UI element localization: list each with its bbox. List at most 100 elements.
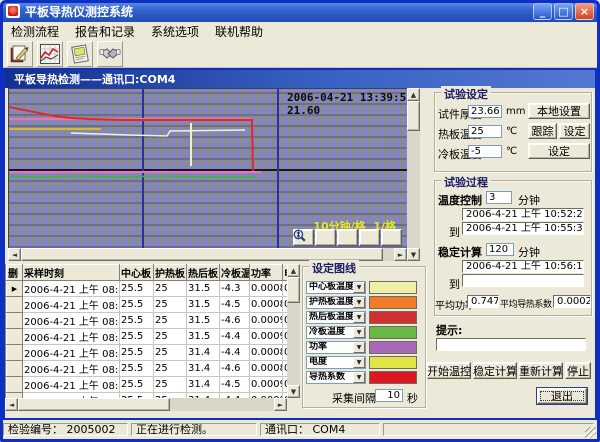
table-cell: 25 (154, 297, 187, 313)
menu-item-3[interactable]: 联机帮助 (207, 22, 271, 41)
line-color-swatch-2[interactable] (369, 311, 417, 324)
line-select-label: 导热系数 (309, 372, 345, 382)
line-select-6[interactable]: 导热系数 ▼ (306, 371, 366, 384)
table-scroll-down-icon[interactable]: ▼ (287, 385, 300, 398)
row-selector[interactable] (7, 329, 23, 345)
row-selector[interactable] (7, 313, 23, 329)
chart-scroll-up-icon[interactable]: ▲ (407, 88, 420, 101)
minimize-button[interactable]: _ (533, 3, 552, 20)
table-header-4: 热后板 (187, 265, 220, 281)
trend-chart: 2006-04-21 13:39:56 21.60 10分钟/格 1/格 (8, 88, 409, 250)
table-header-0: 删 (7, 265, 23, 281)
toolbar-flow-icon[interactable] (7, 41, 33, 67)
line-select-label: 电度 (309, 357, 327, 367)
table-h-scroll-thumb[interactable] (18, 398, 170, 411)
menu-item-0[interactable]: 检测流程 (3, 22, 67, 41)
chart-scroll-down-icon[interactable]: ▼ (407, 248, 420, 261)
table-row[interactable]: ▶2006-4-21 上午 08:4025.52531.5-4.30.00080… (7, 281, 288, 297)
chevron-down-icon[interactable]: ▼ (353, 372, 365, 383)
close-button[interactable]: × (575, 3, 594, 20)
row-selector[interactable] (7, 361, 23, 377)
stop-button[interactable]: 停止 (565, 362, 591, 379)
toolbar-connect-icon[interactable] (97, 41, 123, 67)
chevron-down-icon[interactable]: ▼ (353, 357, 365, 368)
table-v-scroll-thumb[interactable] (287, 277, 300, 303)
line-select-4[interactable]: 功率▼ (306, 341, 366, 354)
chevron-down-icon[interactable]: ▼ (353, 342, 365, 353)
series-center-plate-line (71, 130, 245, 136)
chart-v-scroll-thumb[interactable] (407, 101, 420, 131)
hot-set-button[interactable]: 设定 (559, 123, 590, 139)
table-scroll-up-icon[interactable]: ▲ (287, 264, 300, 277)
line-color-swatch-5[interactable] (369, 356, 417, 369)
table-cell: 25 (154, 361, 187, 377)
line-color-swatch-3[interactable] (369, 326, 417, 339)
table-scroll-left-icon[interactable]: ◄ (5, 398, 18, 411)
line-select-5[interactable]: 电度 ▼ (306, 356, 366, 369)
track-button[interactable]: 跟踪 (528, 123, 557, 139)
local-setup-button[interactable]: 本地设置 (528, 103, 590, 119)
toolbar-report-icon[interactable] (67, 41, 93, 67)
temp-control-label: 温度控制 (438, 192, 482, 208)
table-row[interactable]: 2006-4-21 上午 08:4025.52531.5-4.50.00080.… (7, 297, 288, 313)
hot-plate-input[interactable]: 25 (468, 125, 502, 138)
line-select-1[interactable]: 护热板温度▼ (306, 296, 366, 309)
line-color-swatch-6[interactable] (369, 371, 417, 384)
zoom-x-out-button[interactable] (315, 229, 336, 246)
table-scroll-right-icon[interactable]: ► (274, 398, 287, 411)
line-select-0[interactable]: 中心板温度▼ (306, 281, 366, 294)
table-cell: -4.5 (220, 377, 250, 393)
recalculate-button[interactable]: 重新计算 (519, 362, 563, 379)
resize-grip[interactable] (585, 427, 596, 438)
chart-v-scrollbar[interactable]: ▲ ▼ (407, 88, 420, 261)
table-v-scrollbar[interactable]: ▲ ▼ (287, 264, 300, 398)
to-label-2: 到 (449, 276, 460, 292)
toolbar-chart-icon[interactable] (37, 41, 63, 67)
table-row[interactable]: 2006-4-21 上午 08:4125.52531.4-4.40.00080.… (7, 345, 288, 361)
chevron-down-icon[interactable]: ▼ (353, 297, 365, 308)
table-header-1: 采样时刻 (23, 265, 120, 281)
avg-conductivity-field: 0.00026 (553, 295, 591, 308)
table-cell: 31.4 (187, 377, 220, 393)
stable-calc-label: 稳定计算 (438, 244, 482, 260)
zoom-y-in-button[interactable] (381, 229, 402, 246)
table-cell: -4.4 (220, 345, 250, 361)
stable-calc-button[interactable]: 稳定计算 (473, 362, 517, 379)
interval-input[interactable]: 10 (375, 389, 403, 402)
temp-control-input[interactable]: 3 (486, 191, 512, 204)
line-color-swatch-4[interactable] (369, 341, 417, 354)
maximize-button[interactable]: □ (554, 3, 573, 20)
chevron-down-icon[interactable]: ▼ (353, 327, 365, 338)
table-cell: 0.0008 (250, 361, 283, 377)
line-select-3[interactable]: 冷板温度▼ (306, 326, 366, 339)
cold-plate-input[interactable]: -5 (468, 145, 502, 158)
row-selector[interactable] (7, 297, 23, 313)
cold-set-button[interactable]: 设定 (528, 143, 590, 159)
line-color-swatch-1[interactable] (369, 296, 417, 309)
table-cell: 0.0008 (250, 281, 283, 297)
chart-scroll-left-icon[interactable]: ◄ (8, 248, 21, 261)
table-row[interactable]: 2006-4-21 上午 08:4125.52531.4-4.60.00080.… (7, 361, 288, 377)
chevron-down-icon[interactable]: ▼ (353, 282, 365, 293)
chart-scroll-right-icon[interactable]: ► (394, 248, 407, 261)
row-selector-current-icon[interactable]: ▶ (7, 281, 23, 297)
menu-item-1[interactable]: 报告和记录 (67, 22, 143, 41)
exit-button[interactable]: 退出 (537, 388, 587, 404)
zoom-x-in-button[interactable] (337, 229, 358, 246)
thickness-input[interactable]: 23.66 (468, 105, 502, 118)
stable-calc-unit: 分钟 (518, 244, 540, 260)
table-h-scrollbar[interactable]: ◄ ► (5, 398, 287, 411)
zoom-y-out-button[interactable] (359, 229, 380, 246)
table-row[interactable]: 2006-4-21 上午 08:4125.52531.4-4.50.00090.… (7, 377, 288, 393)
line-select-2[interactable]: 热后板温度▼ (306, 311, 366, 324)
row-selector[interactable] (7, 377, 23, 393)
table-row[interactable]: 2006-4-21 上午 08:4125.52531.5-4.40.00090.… (7, 329, 288, 345)
table-row[interactable]: 2006-4-21 上午 08:4025.52531.5-4.60.00090.… (7, 313, 288, 329)
stable-calc-input[interactable]: 120 (486, 243, 514, 256)
row-selector[interactable] (7, 345, 23, 361)
chevron-down-icon[interactable]: ▼ (353, 312, 365, 323)
line-color-swatch-0[interactable] (369, 281, 417, 294)
series-hot-back-line (9, 107, 253, 171)
start-temp-control-button[interactable]: 开始温控 (427, 362, 471, 379)
menu-item-2[interactable]: 系统选项 (143, 22, 207, 41)
